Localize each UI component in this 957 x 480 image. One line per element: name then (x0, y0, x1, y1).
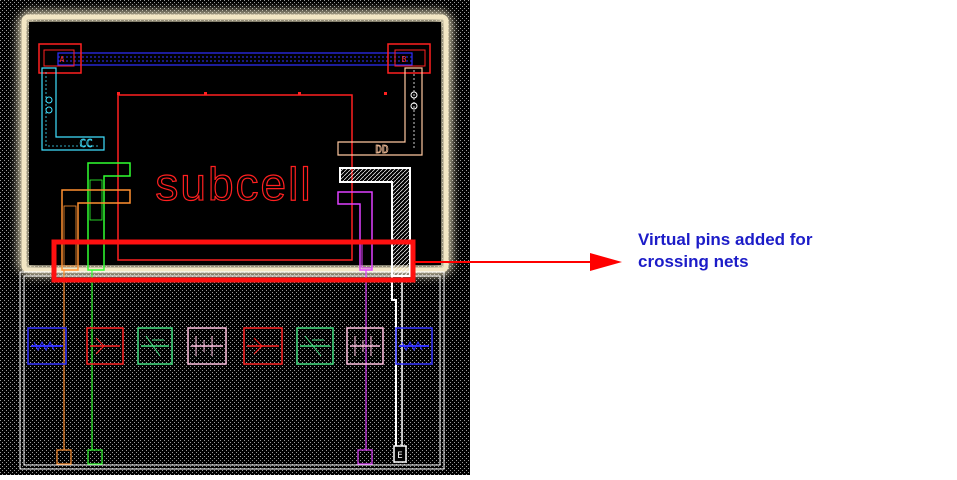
pin-dd-label: DD (375, 143, 388, 156)
layout-view: A B subcell CC DD E Virtual pins added f… (0, 0, 957, 475)
pin-b-label: B (402, 55, 407, 64)
subcell-label: subcell (155, 158, 312, 210)
annotation-line-1: Virtual pins added for (638, 230, 813, 249)
pin-cc-label: CC (79, 137, 92, 150)
annotation-line-2: crossing nets (638, 252, 749, 271)
annotation-text: Virtual pins added for crossing nets (638, 229, 938, 273)
pin-e-label: E (397, 451, 402, 461)
pin-a-label: A (60, 55, 65, 64)
